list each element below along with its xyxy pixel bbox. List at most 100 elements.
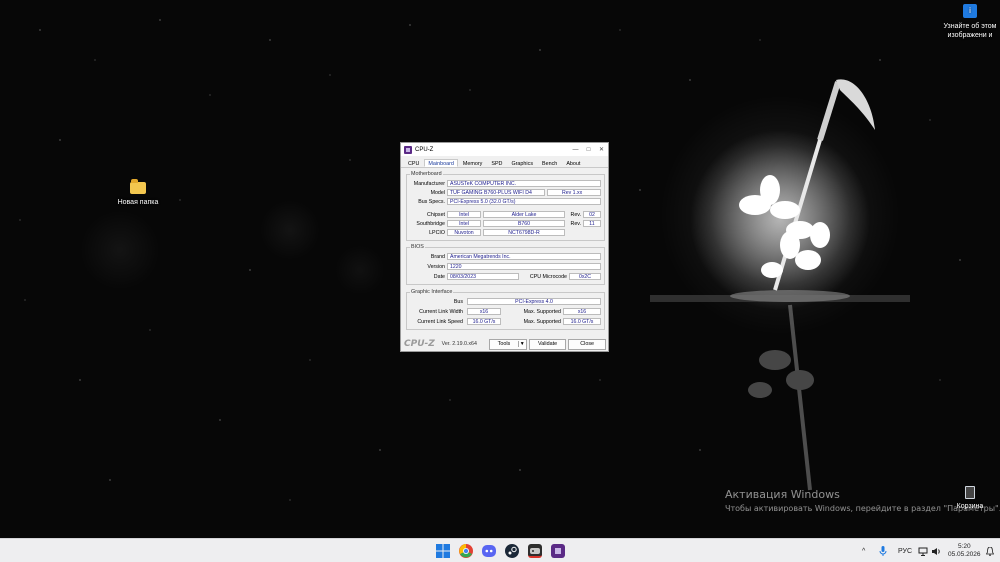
- tab-bar: CPU Mainboard Memory SPD Graphics Bench …: [401, 156, 608, 168]
- bell-icon: [986, 546, 994, 556]
- chevron-up-icon: ^: [862, 547, 866, 555]
- link-speed-value: 16.0 GT/s: [467, 318, 501, 325]
- validate-button[interactable]: Validate: [528, 338, 567, 350]
- model-rev-value: Rev 1.xx: [547, 189, 601, 196]
- cpuz-icon: [555, 548, 561, 554]
- microphone-icon: [879, 546, 887, 556]
- southbridge-label: Southbridge: [416, 221, 445, 227]
- southbridge-rev-value: 11: [583, 220, 601, 227]
- tools-button[interactable]: Tools ▼: [489, 338, 527, 350]
- southbridge-vendor-value: Intel: [447, 220, 481, 227]
- lpcio-name-value: NCT6798D-R: [483, 229, 565, 236]
- cpu-microcode-value: 0x2C: [569, 273, 601, 280]
- close-window-button[interactable]: ✕: [595, 146, 608, 153]
- cpu-microcode-label: CPU Microcode: [529, 274, 567, 280]
- max-width-label: Max. Supported: [523, 309, 561, 315]
- volume-tray[interactable]: [931, 539, 941, 562]
- chevron-down-icon: ▼: [517, 341, 526, 347]
- tab-about[interactable]: About: [562, 159, 584, 167]
- info-icon: i: [963, 4, 977, 18]
- tab-memory[interactable]: Memory: [459, 159, 486, 167]
- maximize-button[interactable]: □: [582, 147, 595, 153]
- desktop-icon-folder[interactable]: Новая папка: [108, 179, 168, 207]
- windows-activation-watermark: Активация Windows Чтобы активировать Win…: [725, 488, 1000, 513]
- link-width-label: Current Link Width: [419, 309, 463, 315]
- model-value: TUF GAMING B760-PLUS WIFI D4: [447, 189, 545, 196]
- tray-overflow-chevron[interactable]: ^: [862, 539, 865, 562]
- game-app-icon: [530, 548, 540, 554]
- window-titlebar[interactable]: CPU-Z — □ ✕: [401, 143, 608, 156]
- tools-button-label: Tools: [497, 341, 511, 347]
- folder-icon: [130, 179, 146, 194]
- bus-specs-label: Bus Specs.: [418, 199, 445, 205]
- bios-group-title: BIOS: [410, 244, 425, 250]
- tab-cpu[interactable]: CPU: [404, 159, 423, 167]
- motherboard-group-title: Motherboard: [410, 171, 443, 177]
- activation-text: Чтобы активировать Windows, перейдите в …: [725, 504, 1000, 513]
- clock-time: 5:20: [957, 543, 971, 550]
- start-button[interactable]: [436, 544, 450, 558]
- cpuz-taskbar-icon[interactable]: [551, 544, 565, 558]
- notifications-tray[interactable]: [986, 539, 994, 562]
- chipset-name-value: Alder Lake: [483, 211, 565, 218]
- bios-group: BIOS Brand American Megatrends Inc. Vers…: [406, 244, 605, 285]
- southbridge-rev-label: Rev.: [570, 221, 582, 227]
- window-title: CPU-Z: [415, 146, 434, 153]
- graphic-interface-group-title: Graphic Interface: [410, 289, 454, 295]
- tab-graphics[interactable]: Graphics: [507, 159, 537, 167]
- manufacturer-value: ASUSTeK COMPUTER INC.: [447, 180, 601, 187]
- discord-taskbar-icon[interactable]: [482, 544, 496, 558]
- bus-specs-value: PCI-Express 5.0 (32.0 GT/s): [447, 198, 601, 205]
- close-button[interactable]: Close: [568, 338, 606, 350]
- speaker-icon: [932, 547, 940, 555]
- chrome-icon: [459, 544, 473, 558]
- bios-brand-value: American Megatrends Inc.: [447, 253, 601, 260]
- windows-logo-icon: [436, 544, 450, 558]
- steam-taskbar-icon[interactable]: [505, 544, 519, 558]
- tab-bench[interactable]: Bench: [538, 159, 561, 167]
- cpuz-window: CPU-Z — □ ✕ CPU Mainboard Memory SPD Gra…: [400, 142, 609, 352]
- desktop-icon-info[interactable]: i Узнайте об этом изображени и: [940, 4, 1000, 40]
- wallpaper-sword-flowers: [650, 79, 910, 491]
- cpuz-logo: CPU-Z: [404, 339, 435, 349]
- desktop-icon-folder-label: Новая папка: [117, 199, 159, 206]
- window-footer: CPU-Z Ver. 2.19.0.x64 Tools ▼ Validate C…: [401, 337, 608, 351]
- network-tray[interactable]: [918, 539, 928, 562]
- bios-date-value: 08/03/2023: [447, 273, 519, 280]
- language-label: РУС: [898, 547, 913, 555]
- link-speed-label: Current Link Speed: [417, 319, 463, 325]
- steam-icon: [505, 544, 519, 558]
- taskbar-clock[interactable]: 5:20 05.05.2026: [948, 543, 981, 559]
- bios-version-value: 1220: [447, 263, 601, 270]
- graphic-interface-group: Graphic Interface Bus PCI-Express 4.0 Cu…: [406, 289, 605, 330]
- tab-spd[interactable]: SPD: [487, 159, 506, 167]
- chipset-rev-value: 02: [583, 211, 601, 218]
- chipset-label: Chipset: [427, 212, 445, 218]
- minimize-button[interactable]: —: [569, 147, 582, 153]
- bios-date-label: Date: [433, 274, 445, 280]
- bios-brand-label: Brand: [430, 254, 445, 260]
- graphic-bus-value: PCI-Express 4.0: [467, 298, 601, 305]
- graphic-bus-label: Bus: [453, 299, 463, 305]
- taskbar: ^ РУС 5:20 05.05.2026: [0, 538, 1000, 562]
- max-speed-value: 16.0 GT/s: [563, 318, 601, 325]
- motherboard-group: Motherboard Manufacturer ASUSTeK COMPUTE…: [406, 171, 605, 241]
- cpuz-app-icon: [404, 145, 412, 154]
- discord-icon: [482, 545, 496, 557]
- tab-mainboard[interactable]: Mainboard: [424, 159, 458, 167]
- microphone-tray[interactable]: [879, 539, 887, 562]
- max-speed-label: Max. Supported: [523, 319, 561, 325]
- game-taskbar-icon[interactable]: [528, 544, 542, 558]
- clock-date: 05.05.2026: [948, 551, 981, 558]
- desktop-icon-info-label: Узнайте об этом изображени и: [943, 23, 997, 39]
- chipset-rev-label: Rev.: [570, 212, 582, 218]
- link-width-value: x16: [467, 308, 501, 315]
- bios-version-label: Version: [427, 264, 445, 270]
- network-icon: [918, 547, 928, 556]
- chrome-taskbar-icon[interactable]: [459, 544, 473, 558]
- language-indicator[interactable]: РУС: [898, 539, 912, 562]
- southbridge-name-value: B760: [483, 220, 565, 227]
- lpcio-vendor-value: Nuvoton: [447, 229, 481, 236]
- chipset-vendor-value: Intel: [447, 211, 481, 218]
- model-label: Model: [430, 190, 445, 196]
